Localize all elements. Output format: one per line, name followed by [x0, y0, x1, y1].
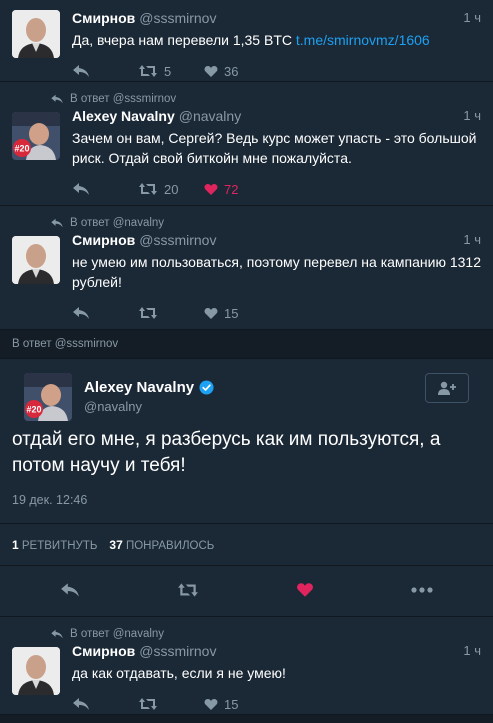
- tweet-stats: 1 РЕТВИТНУТЬ 37 ПОНРАВИЛОСЬ: [0, 523, 493, 566]
- tweet-actions: 20 72: [72, 174, 481, 204]
- heart-icon[interactable]: [296, 582, 314, 598]
- add-user-icon: [438, 381, 456, 395]
- reply-context: В ответ @navalny: [50, 214, 481, 232]
- avatar[interactable]: [12, 236, 60, 284]
- author-handle[interactable]: @sssmirnov: [139, 643, 216, 659]
- author-handle[interactable]: @navalny: [179, 108, 241, 124]
- avatar-smirnov-image: [12, 647, 60, 695]
- reply-context-text[interactable]: В ответ @navalny: [70, 217, 164, 229]
- author-name[interactable]: Alexey Navalny: [84, 379, 194, 396]
- retweet-icon[interactable]: [177, 582, 199, 598]
- reply-button[interactable]: [72, 182, 138, 196]
- reply-icon: [51, 629, 63, 639]
- heart-icon: [204, 183, 218, 195]
- like-count: 72: [224, 181, 239, 197]
- verified-badge-icon: [199, 380, 214, 395]
- reply-icon: [73, 698, 89, 710]
- like-stat[interactable]: 37 ПОНРАВИЛОСЬ: [109, 538, 214, 552]
- main-tweet: #20 Alexey Navalny @navalny отдай его мн…: [0, 359, 493, 617]
- timestamp[interactable]: 1 ч: [463, 643, 481, 658]
- main-tweet-actions: [12, 566, 481, 614]
- like-stat-label: ПОНРАВИЛОСЬ: [125, 539, 215, 552]
- retweet-count: 20: [164, 181, 179, 197]
- retweet-count: 5: [164, 63, 172, 79]
- reply-context-text[interactable]: В ответ @navalny: [70, 628, 164, 640]
- author-handle[interactable]: @sssmirnov: [139, 10, 216, 26]
- main-tweet-text: отдай его мне, я разберусь как им пользу…: [12, 429, 441, 476]
- retweet-stat-label: РЕТВИТНУТЬ: [21, 539, 98, 552]
- reply-button[interactable]: [72, 697, 138, 711]
- reply-icon: [73, 307, 89, 319]
- avatar-navalny-image: #20: [24, 373, 72, 421]
- timestamp[interactable]: 1 ч: [463, 10, 481, 25]
- retweet-icon: [139, 183, 157, 195]
- author-name[interactable]: Смирнов: [72, 643, 135, 659]
- reply-context-text[interactable]: В ответ @sssmirnov: [70, 93, 176, 105]
- tweet-text-body: Да, вчера нам перевели 1,35 BTC: [72, 32, 296, 48]
- reply-button[interactable]: [72, 306, 138, 320]
- like-count: 15: [224, 696, 239, 712]
- reply-context-separator[interactable]: В ответ @sssmirnov: [0, 330, 493, 359]
- heart-icon: [204, 65, 218, 77]
- tweet-text: не умею им пользоваться, поэтому перевел…: [72, 254, 482, 290]
- avatar-badge: #20: [14, 144, 29, 154]
- like-button[interactable]: 15: [204, 697, 270, 712]
- tweet-text: Да, вчера нам перевели 1,35 BTC t.me/smi…: [72, 30, 481, 50]
- like-count: 36: [224, 63, 239, 79]
- author-name-row[interactable]: Alexey Navalny: [84, 379, 214, 396]
- reply-icon: [51, 94, 63, 104]
- reply-icon[interactable]: [60, 582, 80, 598]
- like-button[interactable]: 72: [204, 182, 270, 197]
- reply-icon: [73, 183, 89, 195]
- avatar-badge: #20: [26, 405, 41, 415]
- retweet-stat[interactable]: 1 РЕТВИТНУТЬ: [12, 538, 97, 552]
- avatar[interactable]: #20: [12, 112, 60, 160]
- tweet[interactable]: В ответ @sssmirnov #20 Alexey Navalny @n…: [0, 82, 493, 206]
- heart-icon: [204, 307, 218, 319]
- avatar[interactable]: [12, 10, 60, 58]
- heart-icon: [204, 698, 218, 710]
- like-button[interactable]: 36: [204, 64, 270, 79]
- retweet-stat-count: 1: [12, 537, 19, 552]
- reply-context: В ответ @navalny: [50, 625, 481, 643]
- like-button[interactable]: 15: [204, 306, 270, 321]
- avatar-smirnov-image: [12, 236, 60, 284]
- retweet-icon: [139, 65, 157, 77]
- tweet-actions: 15: [72, 689, 481, 719]
- follow-button[interactable]: [425, 373, 469, 403]
- timestamp[interactable]: 1 ч: [463, 108, 481, 123]
- reply-button[interactable]: [72, 64, 138, 78]
- avatar-smirnov-image: [12, 10, 60, 58]
- author-name[interactable]: Смирнов: [72, 10, 135, 26]
- retweet-button[interactable]: [138, 306, 204, 320]
- tweet[interactable]: Смирнов @sssmirnov 1 ч Да, вчера нам пер…: [0, 0, 493, 82]
- avatar[interactable]: #20: [24, 373, 72, 421]
- tweet-link[interactable]: t.me/smirnovmz/1606: [296, 32, 430, 48]
- tweet[interactable]: В ответ @navalny Смирнов @sssmirnov 1 ч …: [0, 617, 493, 715]
- like-count: 15: [224, 305, 239, 321]
- timestamp[interactable]: 1 ч: [463, 232, 481, 247]
- retweet-icon: [139, 307, 157, 319]
- avatar[interactable]: [12, 647, 60, 695]
- reply-context: В ответ @sssmirnov: [50, 90, 481, 108]
- tweet-text: Зачем он вам, Сергей? Ведь курс может уп…: [72, 130, 477, 166]
- tweet-date[interactable]: 19 дек. 12:46: [12, 493, 481, 523]
- retweet-icon: [139, 698, 157, 710]
- retweet-button[interactable]: 5: [138, 64, 204, 79]
- author-name[interactable]: Alexey Navalny: [72, 108, 175, 124]
- reply-icon: [51, 218, 63, 228]
- avatar-navalny-image: #20: [12, 112, 60, 160]
- more-icon[interactable]: [411, 587, 433, 593]
- author-handle[interactable]: @sssmirnov: [139, 232, 216, 248]
- author-handle[interactable]: @navalny: [84, 399, 214, 414]
- like-stat-count: 37: [109, 537, 123, 552]
- retweet-button[interactable]: [138, 697, 204, 711]
- retweet-button[interactable]: 20: [138, 182, 204, 197]
- author-name[interactable]: Смирнов: [72, 232, 135, 248]
- reply-icon: [73, 65, 89, 77]
- tweet[interactable]: В ответ @navalny Смирнов @sssmirnov 1 ч …: [0, 206, 493, 330]
- tweet-text: да как отдавать, если я не умею!: [72, 665, 286, 681]
- tweet-actions: 15: [72, 298, 481, 328]
